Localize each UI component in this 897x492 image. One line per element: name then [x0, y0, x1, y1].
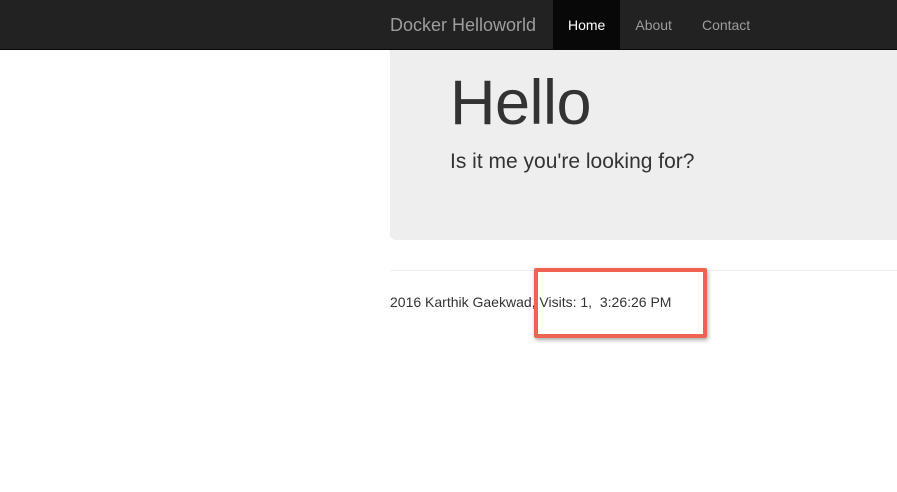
navbar-brand[interactable]: Docker Helloworld — [390, 0, 536, 50]
navbar-menu: Home About Contact — [553, 0, 765, 50]
highlight-annotation-box — [534, 268, 707, 338]
jumbotron: Hello Is it me you're looking for? — [390, 50, 897, 240]
footer-copyright: 2016 Karthik Gaekwad, — [390, 294, 536, 310]
jumbotron-title: Hello — [450, 68, 592, 138]
jumbotron-lead: Is it me you're looking for? — [450, 150, 695, 173]
nav-item-about[interactable]: About — [620, 0, 687, 50]
nav-item-contact[interactable]: Contact — [687, 0, 765, 50]
top-navbar: Docker Helloworld Home About Contact — [0, 0, 897, 50]
nav-item-home[interactable]: Home — [553, 0, 621, 50]
